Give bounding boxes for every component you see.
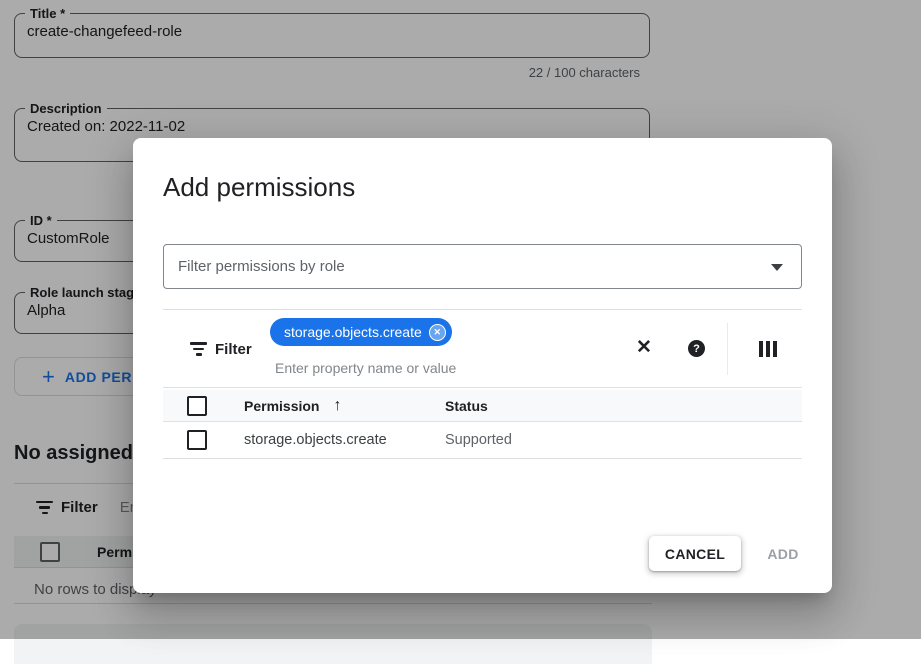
filter-chip-label: storage.objects.create [284,324,422,340]
toolbar-filter-label: Filter [215,341,252,358]
filter-by-role-placeholder: Filter permissions by role [164,258,345,275]
table-row[interactable]: storage.objects.create Supported [163,422,802,459]
add-permissions-dialog: Add permissions Filter permissions by ro… [133,138,832,593]
clear-filters-icon[interactable]: ✕ [636,338,652,357]
row-permission-cell: storage.objects.create [244,432,387,448]
chip-remove-icon[interactable]: ✕ [429,324,446,341]
status-column-header[interactable]: Status [445,398,488,414]
select-all-checkbox[interactable] [187,396,207,416]
filter-by-role-select[interactable]: Filter permissions by role [163,244,802,289]
chevron-down-icon [771,264,783,271]
toolbar-filter-input[interactable]: Enter property name or value [275,360,456,376]
row-checkbox[interactable] [187,430,207,450]
permission-column-header[interactable]: Permission [244,398,319,414]
divider [727,323,728,375]
column-display-options-icon[interactable] [759,341,777,357]
sort-ascending-icon[interactable]: ↑ [333,398,341,414]
dialog-title: Add permissions [163,172,355,203]
row-status-cell: Supported [445,432,512,448]
help-icon[interactable]: ? [688,340,705,357]
permissions-table-header: Permission ↑ Status [163,390,802,422]
filter-icon [190,342,207,356]
permissions-filter-toolbar: Filter storage.objects.create ✕ Enter pr… [163,309,802,388]
cancel-button[interactable]: CANCEL [649,536,741,571]
add-button[interactable]: ADD [753,536,813,571]
filter-chip[interactable]: storage.objects.create ✕ [270,318,452,346]
